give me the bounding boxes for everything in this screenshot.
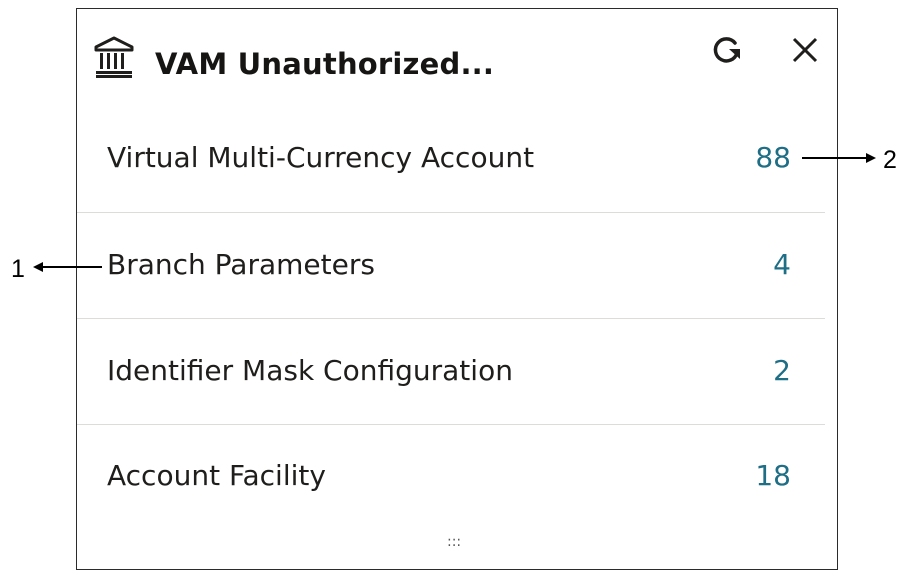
- row-count[interactable]: 4: [773, 248, 791, 281]
- list-item-virtual-multi-currency-account[interactable]: Virtual Multi-Currency Account 88: [77, 106, 825, 211]
- callout-1: 1: [11, 255, 25, 283]
- row-count[interactable]: 88: [755, 141, 791, 174]
- bank-icon: [94, 36, 134, 78]
- drag-grip-icon[interactable]: :::: [447, 534, 461, 550]
- widget-header: VAM Unauthorized...: [77, 9, 837, 109]
- row-label: Virtual Multi-Currency Account: [107, 141, 535, 174]
- close-icon[interactable]: [786, 31, 824, 69]
- row-label: Identifier Mask Configuration: [107, 354, 513, 387]
- refresh-icon[interactable]: [707, 31, 745, 69]
- list-item-identifier-mask-configuration[interactable]: Identifier Mask Configuration 2: [77, 319, 825, 424]
- callout-2: 2: [883, 146, 897, 174]
- list-item-branch-parameters[interactable]: Branch Parameters 4: [77, 213, 825, 318]
- list-item-account-facility[interactable]: Account Facility 18: [77, 424, 825, 529]
- row-count[interactable]: 2: [773, 354, 791, 387]
- callout-2-line: [802, 157, 868, 159]
- callout-1-line: [42, 266, 102, 268]
- callout-2-arrowhead: [866, 153, 876, 163]
- row-count[interactable]: 18: [755, 459, 791, 492]
- row-label: Account Facility: [107, 459, 326, 492]
- row-label: Branch Parameters: [107, 248, 375, 281]
- widget-card: VAM Unauthorized... Virtual Multi-Curren…: [76, 8, 838, 570]
- widget-title: VAM Unauthorized...: [155, 47, 495, 81]
